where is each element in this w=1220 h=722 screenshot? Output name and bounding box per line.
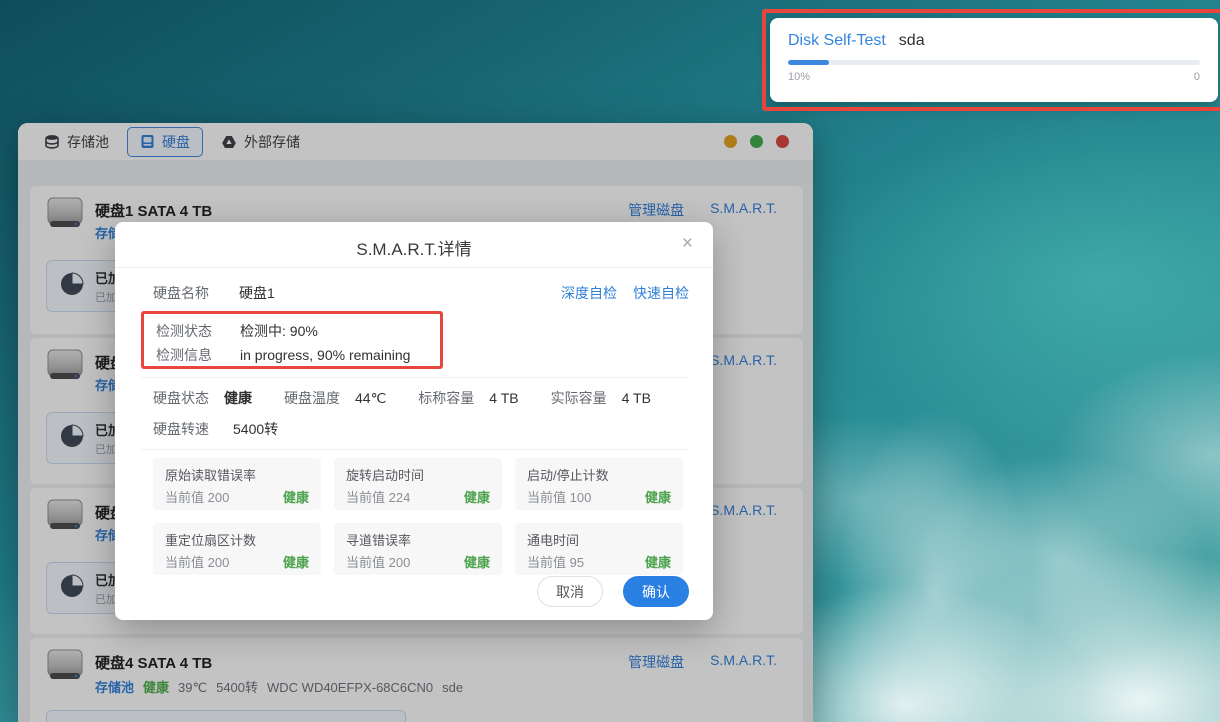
test-info-label: 检测信息 bbox=[156, 343, 240, 367]
stat-value: 健康 bbox=[224, 388, 252, 408]
smart-attr-status: 健康 bbox=[645, 487, 671, 506]
smart-card: 原始读取错误率 当前值 200 健康 bbox=[153, 458, 321, 510]
stat-label: 硬盘温度 bbox=[284, 388, 340, 408]
smart-attr-name: 重定位扇区计数 bbox=[165, 530, 309, 549]
stat-label: 实际容量 bbox=[551, 388, 607, 408]
smart-attr-value: 当前值 200 bbox=[346, 552, 410, 571]
disk-name-label: 硬盘名称 bbox=[153, 283, 209, 303]
smart-attr-value: 当前值 200 bbox=[165, 487, 229, 506]
disk-self-test-toast[interactable]: Disk Self-Test sda 10% 0 bbox=[770, 18, 1218, 102]
progress-fill bbox=[788, 60, 829, 65]
smart-attr-status: 健康 bbox=[645, 552, 671, 571]
rpm-value: 5400转 bbox=[233, 419, 278, 439]
disk-name-value: 硬盘1 bbox=[239, 283, 275, 303]
smart-attr-name: 旋转启动时间 bbox=[346, 465, 490, 484]
progress-bar bbox=[788, 60, 1200, 65]
modal-footer: 取消 确认 bbox=[537, 576, 689, 607]
toast-title: Disk Self-Test bbox=[788, 32, 886, 50]
smart-detail-modal: S.M.A.R.T.详情 × 硬盘名称 硬盘1 深度自检 快速自检 检测状态 检… bbox=[115, 222, 713, 620]
smart-attr-status: 健康 bbox=[464, 552, 490, 571]
modal-title: S.M.A.R.T.详情 bbox=[115, 235, 713, 260]
smart-attr-name: 通电时间 bbox=[527, 530, 671, 549]
smart-attr-value: 当前值 200 bbox=[165, 552, 229, 571]
disk-name-row: 硬盘名称 硬盘1 深度自检 快速自检 bbox=[153, 283, 689, 303]
test-status-value: 检测中: 90% bbox=[240, 319, 318, 343]
test-status-label: 检测状态 bbox=[156, 319, 240, 343]
smart-card: 通电时间 当前值 95 健康 bbox=[515, 523, 683, 575]
smart-attr-status: 健康 bbox=[283, 487, 309, 506]
divider bbox=[141, 449, 687, 450]
stat-value: 4 TB bbox=[489, 390, 518, 406]
rpm-label: 硬盘转速 bbox=[153, 419, 209, 439]
smart-attribute-cards: 原始读取错误率 当前值 200 健康 旋转启动时间 当前值 224 健康 启动/停止… bbox=[153, 458, 683, 575]
red-annotation-box-status: 检测状态 检测中: 90% 检测信息 in progress, 90% rema… bbox=[141, 311, 443, 369]
smart-card: 重定位扇区计数 当前值 200 健康 bbox=[153, 523, 321, 575]
stat-label: 硬盘状态 bbox=[153, 388, 209, 408]
smart-attr-value: 当前值 100 bbox=[527, 487, 591, 506]
divider bbox=[141, 377, 687, 378]
smart-attr-name: 寻道错误率 bbox=[346, 530, 490, 549]
cancel-button[interactable]: 取消 bbox=[537, 576, 603, 607]
smart-attr-status: 健康 bbox=[283, 552, 309, 571]
smart-attr-name: 启动/停止计数 bbox=[527, 465, 671, 484]
close-icon[interactable]: × bbox=[682, 233, 693, 255]
disk-rpm-row: 硬盘转速 5400转 bbox=[153, 419, 278, 439]
test-info-value: in progress, 90% remaining bbox=[240, 343, 410, 367]
smart-attr-value: 当前值 224 bbox=[346, 487, 410, 506]
desktop-wallpaper: 存储池 硬盘 外部存储 bbox=[0, 0, 1220, 722]
deep-self-test-link[interactable]: 深度自检 bbox=[561, 283, 617, 303]
smart-card: 启动/停止计数 当前值 100 健康 bbox=[515, 458, 683, 510]
modal-header: S.M.A.R.T.详情 × bbox=[115, 222, 713, 268]
smart-attr-status: 健康 bbox=[464, 487, 490, 506]
quick-self-test-link[interactable]: 快速自检 bbox=[633, 283, 689, 303]
toast-count: 0 bbox=[1194, 71, 1200, 83]
toast-device: sda bbox=[899, 32, 925, 50]
stat-value: 44℃ bbox=[355, 390, 386, 407]
stat-value: 4 TB bbox=[622, 390, 651, 406]
progress-percent-label: 10% bbox=[788, 71, 810, 83]
smart-attr-value: 当前值 95 bbox=[527, 552, 584, 571]
smart-card: 旋转启动时间 当前值 224 健康 bbox=[334, 458, 502, 510]
smart-attr-name: 原始读取错误率 bbox=[165, 465, 309, 484]
confirm-button[interactable]: 确认 bbox=[623, 576, 689, 607]
stat-label: 标称容量 bbox=[418, 388, 474, 408]
disk-stats-row: 硬盘状态健康 硬盘温度 44℃ 标称容量 4 TB 实际容量 4 TB bbox=[153, 388, 651, 408]
smart-card: 寻道错误率 当前值 200 健康 bbox=[334, 523, 502, 575]
